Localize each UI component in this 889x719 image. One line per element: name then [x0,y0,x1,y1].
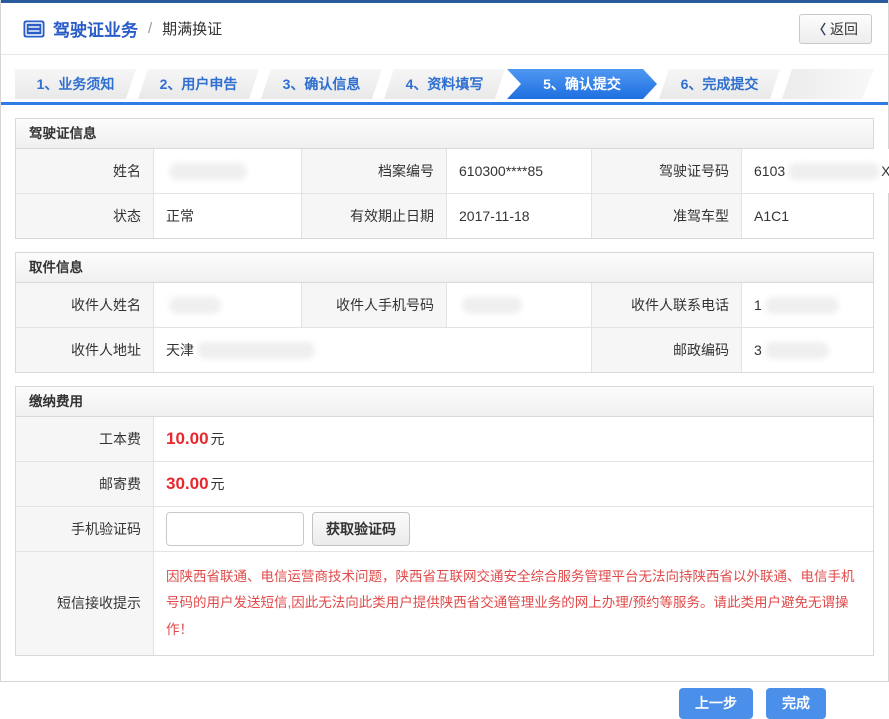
pickup-section-title: 取件信息 [16,253,873,283]
recipient-mobile-label: 收件人手机号码 [302,283,447,327]
recipient-phone-label: 收件人联系电话 [592,283,742,327]
table-row: 收件人姓名 收件人手机号码 收件人联系电话 1 [16,283,873,327]
production-fee-value: 10.00 元 [154,417,873,461]
fees-section: 缴纳费用 工本费 10.00 元 邮寄费 30.00 元 手机验证码 获取验证码… [15,386,874,656]
license-no-value: 6103X [742,149,889,193]
page: 驾驶证业务 / 期满换证 〈 返回 1、业务须知 2、用户申告 3、确认信息 4… [0,0,889,682]
step-nav: 1、业务须知 2、用户申告 3、确认信息 4、资料填写 5、确认提交 6、完成提… [15,69,874,99]
table-row: 姓名 档案编号 610300****85 驾驶证号码 6103X [16,149,873,193]
recipient-name-label: 收件人姓名 [16,283,154,327]
postage-fee-unit: 元 [211,474,225,494]
postcode-label: 邮政编码 [592,328,742,372]
step-2-declaration[interactable]: 2、用户申告 [138,69,259,99]
recipient-mobile-value [447,283,592,327]
production-fee-unit: 元 [211,429,225,449]
step-4-fill-data[interactable]: 4、资料填写 [384,69,505,99]
archive-no-label: 档案编号 [302,149,447,193]
sms-notice-cell: 因陕西省联通、电信运营商技术问题，陕西省互联网交通安全综合服务管理平台无法向持陕… [154,552,873,655]
status-value: 正常 [154,194,302,238]
step-nav-underline [1,102,888,105]
page-title: 驾驶证业务 [53,16,138,41]
get-sms-code-button[interactable]: 获取验证码 [312,512,410,546]
license-section-title: 驾驶证信息 [16,119,873,149]
expiry-value: 2017-11-18 [447,194,592,238]
postage-fee-amount: 30.00 [166,474,209,494]
recipient-phone-value: 1 [742,283,873,327]
back-button-label: 返回 [830,19,858,39]
breadcrumb: 驾驶证业务 / 期满换证 [23,16,222,41]
postage-fee-value: 30.00 元 [154,462,873,506]
table-row: 短信接收提示 因陕西省联通、电信运营商技术问题，陕西省互联网交通安全综合服务管理… [16,551,873,655]
postcode-value: 3 [742,328,873,372]
expiry-label: 有效期止日期 [302,194,447,238]
name-label: 姓名 [16,149,154,193]
step-3-confirm-info[interactable]: 3、确认信息 [261,69,382,99]
step-1-notice[interactable]: 1、业务须知 [15,69,136,99]
postage-fee-label: 邮寄费 [16,462,154,506]
recipient-name-value [154,283,302,327]
vehicle-class-value: A1C1 [742,194,873,238]
production-fee-label: 工本费 [16,417,154,461]
step-nav-filler [782,69,874,99]
table-row: 工本费 10.00 元 [16,417,873,461]
license-menu-icon [23,20,45,38]
production-fee-amount: 10.00 [166,429,209,449]
footer-actions: 上一步 完成 [1,688,826,719]
sms-code-input[interactable] [166,512,304,546]
table-row: 邮寄费 30.00 元 [16,461,873,506]
sms-notice-text: 因陕西省联通、电信运营商技术问题，陕西省互联网交通安全综合服务管理平台无法向持陕… [166,564,861,643]
table-row: 手机验证码 获取验证码 [16,506,873,551]
back-button[interactable]: 〈 返回 [799,14,872,44]
pickup-info-section: 取件信息 收件人姓名 收件人手机号码 收件人联系电话 1 收件人地址 天津 邮政… [15,252,874,373]
license-no-label: 驾驶证号码 [592,149,742,193]
sms-notice-label: 短信接收提示 [16,552,154,655]
step-6-complete[interactable]: 6、完成提交 [659,69,780,99]
vehicle-class-label: 准驾车型 [592,194,742,238]
step-5-confirm-submit[interactable]: 5、确认提交 [507,69,657,99]
breadcrumb-current: 期满换证 [162,18,222,39]
recipient-address-value: 天津 [154,328,592,372]
name-value [154,149,302,193]
sms-code-label: 手机验证码 [16,507,154,551]
table-row: 状态 正常 有效期止日期 2017-11-18 准驾车型 A1C1 [16,193,873,238]
license-info-section: 驾驶证信息 姓名 档案编号 610300****85 驾驶证号码 6103X 状… [15,118,874,239]
status-label: 状态 [16,194,154,238]
previous-step-button[interactable]: 上一步 [679,688,753,719]
table-row: 收件人地址 天津 邮政编码 3 [16,327,873,372]
finish-button[interactable]: 完成 [766,688,826,719]
breadcrumb-separator: / [148,20,152,37]
archive-no-value: 610300****85 [447,149,592,193]
recipient-address-label: 收件人地址 [16,328,154,372]
back-chevron-icon: 〈 [813,19,826,38]
fees-section-title: 缴纳费用 [16,387,873,417]
page-header: 驾驶证业务 / 期满换证 〈 返回 [1,3,888,55]
sms-code-cell: 获取验证码 [154,507,873,551]
